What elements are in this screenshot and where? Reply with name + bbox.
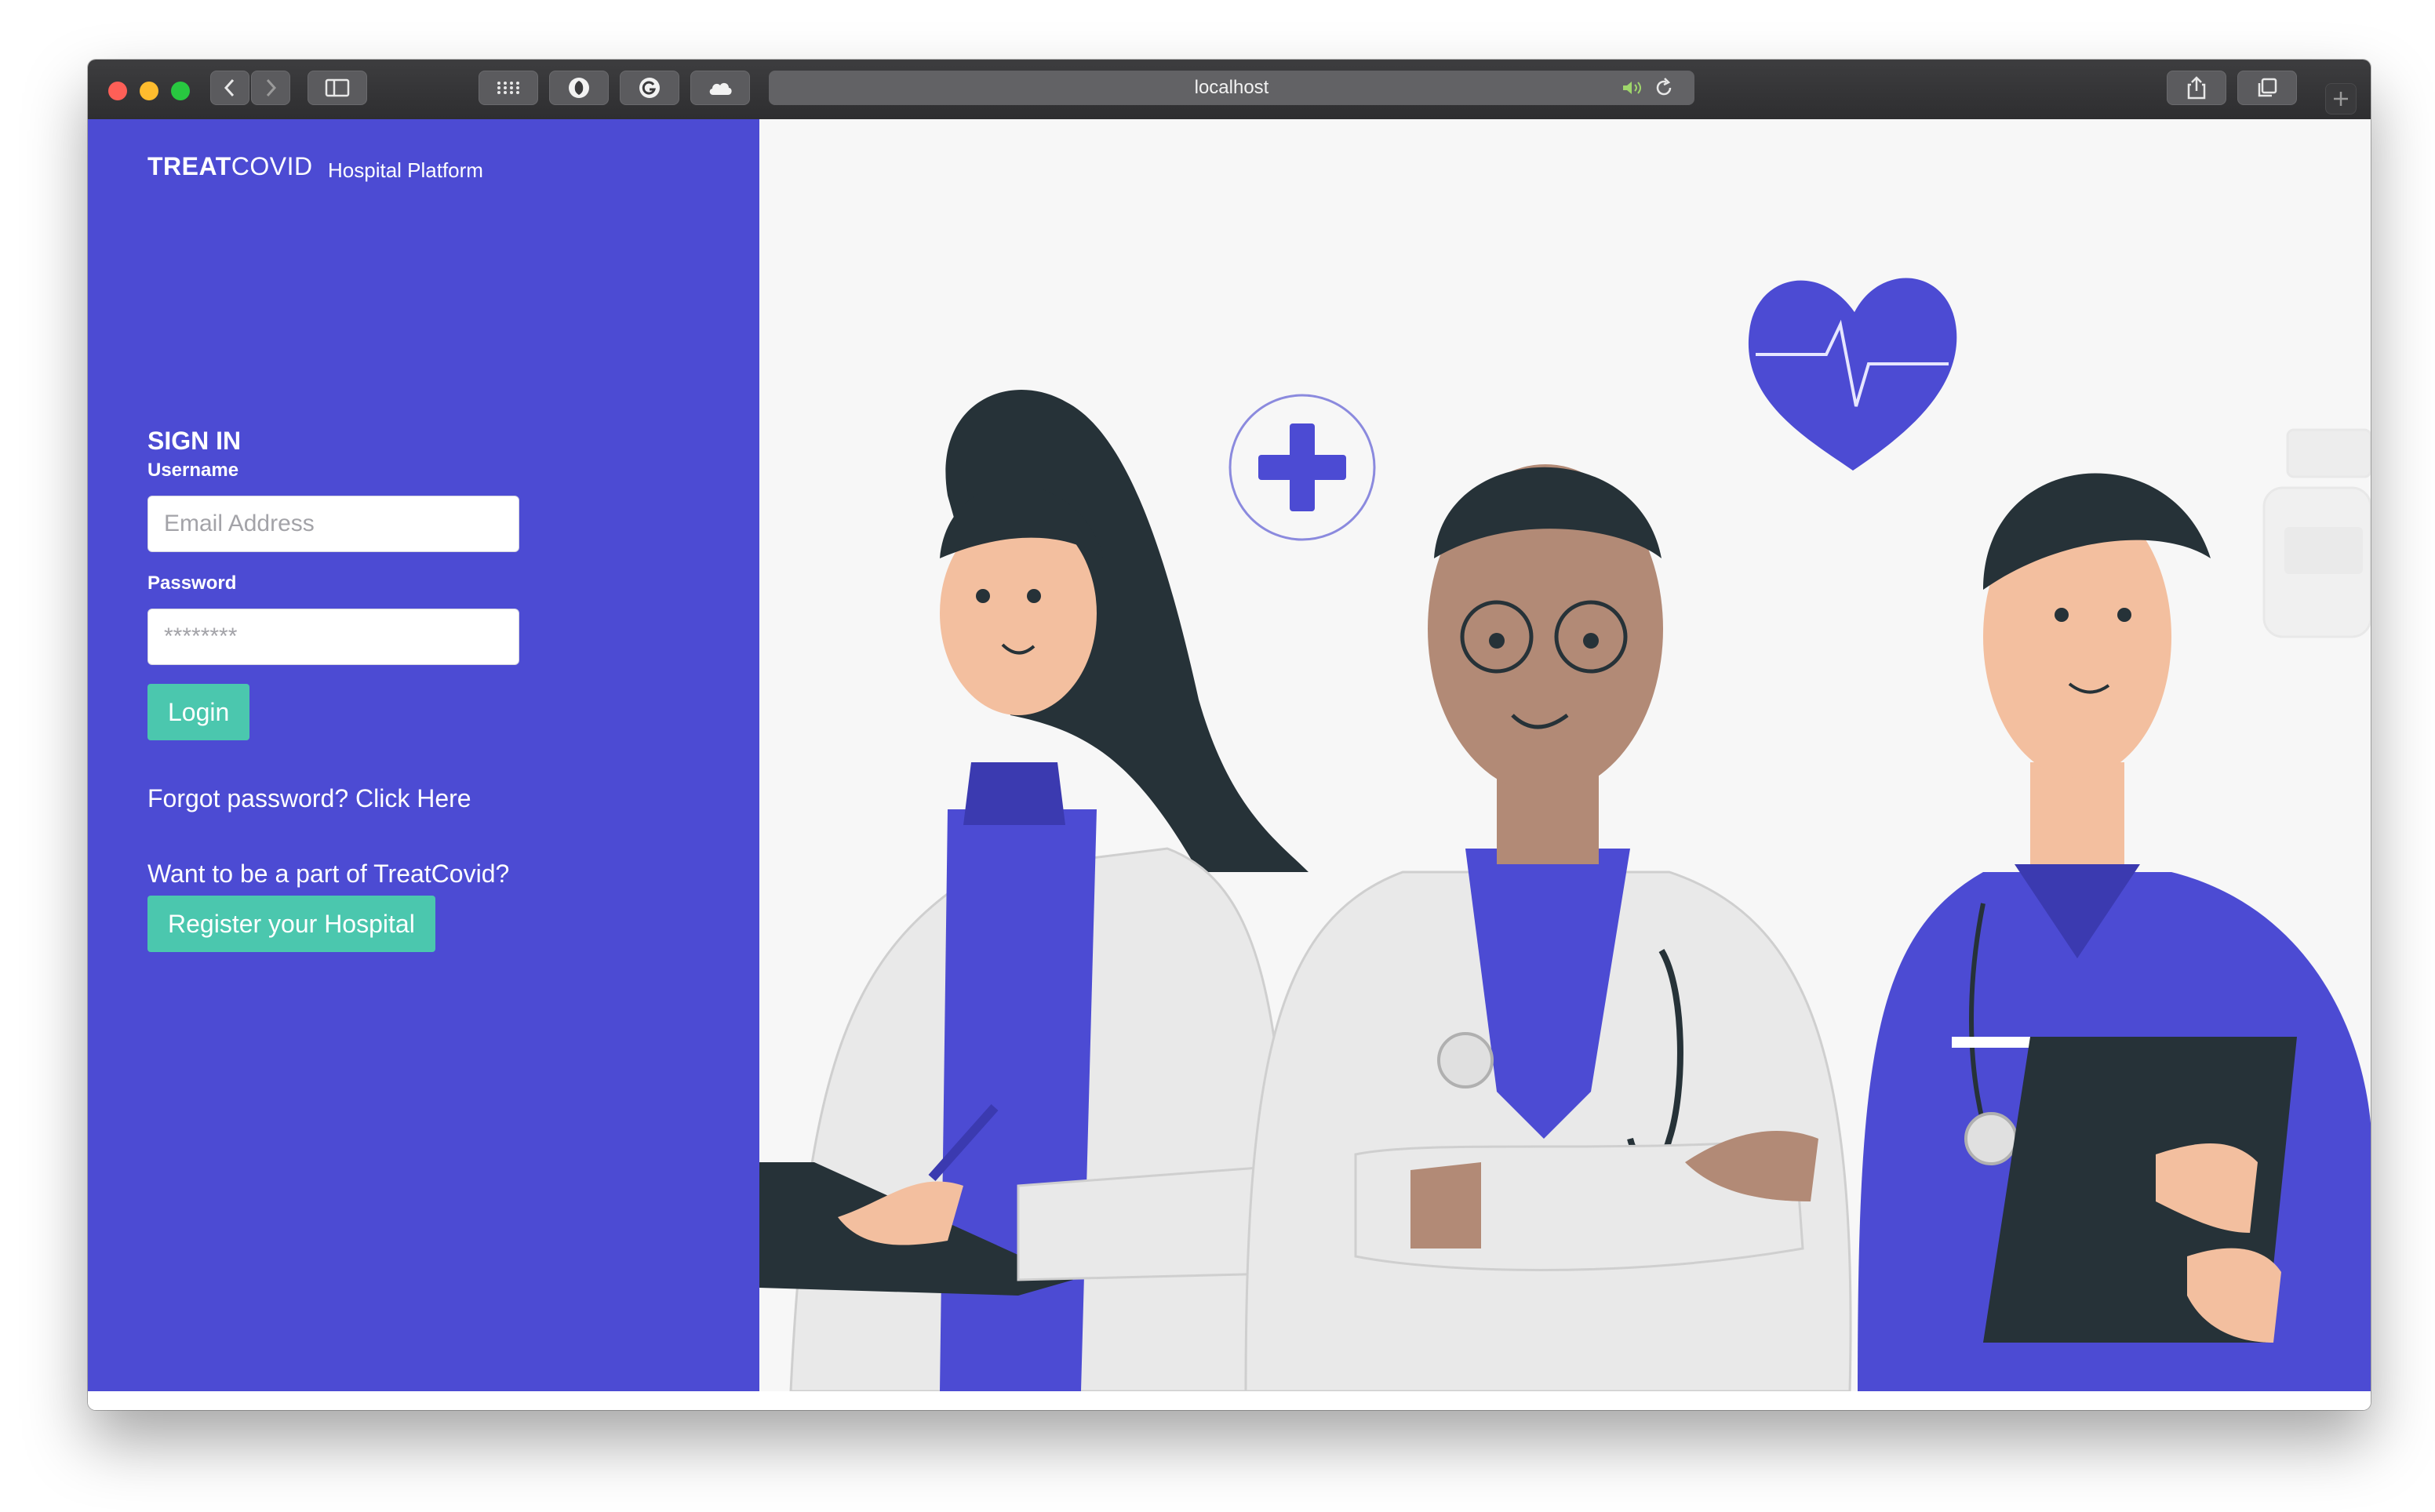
share-icon [2187, 76, 2206, 100]
speaker-icon[interactable] [1621, 78, 1647, 97]
register-hospital-button[interactable]: Register your Hospital [147, 896, 435, 952]
login-button[interactable]: Login [147, 684, 250, 740]
top-sites-button[interactable] [479, 71, 538, 105]
password-input[interactable] [147, 609, 519, 665]
brand-subtitle: Hospital Platform [328, 158, 483, 182]
new-tab-button[interactable] [2325, 83, 2357, 114]
doctors-illustration [759, 119, 2371, 1391]
extension-button[interactable] [549, 71, 609, 105]
address-bar[interactable]: localhost [769, 71, 1694, 105]
join-prompt: Want to be a part of TreatCovid? [147, 860, 510, 888]
sidebar-toggle-button[interactable] [308, 71, 367, 105]
sidebar-icon [325, 78, 350, 97]
page-content: TREATCOVID Hospital Platform SIGN IN Use… [88, 119, 2371, 1391]
password-label: Password [147, 572, 237, 594]
plus-icon [2334, 92, 2348, 106]
address-bar-text: localhost [1194, 77, 1269, 98]
chevron-left-icon [224, 78, 235, 97]
tabs-icon [2258, 78, 2277, 97]
username-input[interactable] [147, 496, 519, 552]
window-bottom-edge [88, 1391, 2371, 1410]
cloud-icon [709, 82, 732, 95]
browser-window: localhost TREATCOVID Hospital Platform S… [88, 60, 2371, 1410]
shield-extension-icon [569, 78, 589, 98]
chevron-right-icon [266, 78, 277, 97]
forward-button[interactable] [251, 71, 290, 105]
grammarly-icon [639, 78, 660, 98]
back-button[interactable] [210, 71, 249, 105]
grammarly-button[interactable] [620, 71, 679, 105]
login-sidebar: TREATCOVID Hospital Platform SIGN IN Use… [88, 119, 759, 1391]
grid-icon [497, 82, 519, 94]
brand-bold: TREAT [147, 152, 231, 180]
browser-toolbar: localhost [88, 60, 2371, 121]
reload-icon[interactable] [1654, 78, 1674, 98]
maximize-window-button[interactable] [171, 82, 190, 100]
brand-regular: COVID [231, 152, 313, 180]
brand-logo[interactable]: TREATCOVID [147, 152, 313, 181]
tab-overview-button[interactable] [2237, 71, 2297, 105]
sign-in-heading: SIGN IN [147, 427, 242, 455]
forgot-password-link[interactable]: Forgot password? Click Here [147, 784, 471, 813]
cloud-button[interactable] [690, 71, 750, 105]
close-window-button[interactable] [108, 82, 127, 100]
username-label: Username [147, 460, 239, 481]
share-button[interactable] [2167, 71, 2226, 105]
minimize-window-button[interactable] [140, 82, 158, 100]
